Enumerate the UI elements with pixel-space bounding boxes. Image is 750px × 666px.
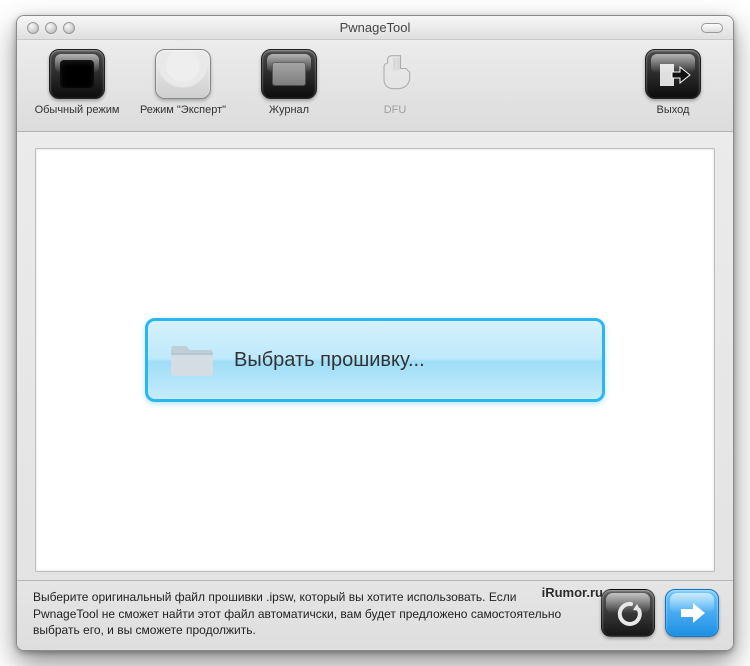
exit-icon (641, 46, 705, 102)
back-button[interactable] (601, 589, 655, 637)
app-window: PwnageTool Обычный режим Режим "Эксперт"… (16, 15, 734, 651)
zoom-icon[interactable] (63, 22, 75, 34)
footer: Выберите оригинальный файл прошивки .ips… (17, 580, 733, 650)
select-firmware-label: Выбрать прошивку... (234, 349, 425, 372)
titlebar: PwnageTool (17, 16, 733, 40)
window-controls (27, 22, 75, 34)
toolbar-item-dfu[interactable]: DFU (345, 46, 445, 116)
toolbar-item-expert-mode[interactable]: Режим "Эксперт" (133, 46, 233, 116)
log-icon (257, 46, 321, 102)
content-area: Выбрать прошивку... (17, 132, 733, 580)
toolbar-item-label: Журнал (269, 104, 309, 116)
toolbar-item-log[interactable]: Журнал (239, 46, 339, 116)
next-button[interactable] (665, 589, 719, 637)
watermark: iRumor.ru (542, 585, 603, 600)
nav-buttons (601, 589, 719, 637)
window-title: PwnageTool (17, 20, 733, 35)
toolbar: Обычный режим Режим "Эксперт" Журнал D (17, 40, 733, 132)
dfu-hand-icon (363, 46, 427, 102)
folder-icon (168, 340, 216, 380)
minimize-icon[interactable] (45, 22, 57, 34)
toolbar-pill-icon[interactable] (701, 23, 723, 33)
toolbar-item-normal-mode[interactable]: Обычный режим (27, 46, 127, 116)
toolbar-item-exit[interactable]: Выход (623, 46, 723, 116)
footer-hint: Выберите оригинальный файл прошивки .ips… (33, 589, 589, 638)
select-firmware-button[interactable]: Выбрать прошивку... (145, 318, 605, 402)
toolbar-item-label: Выход (657, 104, 690, 116)
main-panel: Выбрать прошивку... (35, 148, 715, 572)
normal-mode-icon (45, 46, 109, 102)
close-icon[interactable] (27, 22, 39, 34)
toolbar-item-label: Режим "Эксперт" (140, 104, 226, 116)
toolbar-item-label: DFU (384, 104, 407, 116)
toolbar-item-label: Обычный режим (35, 104, 120, 116)
einstein-icon (151, 46, 215, 102)
